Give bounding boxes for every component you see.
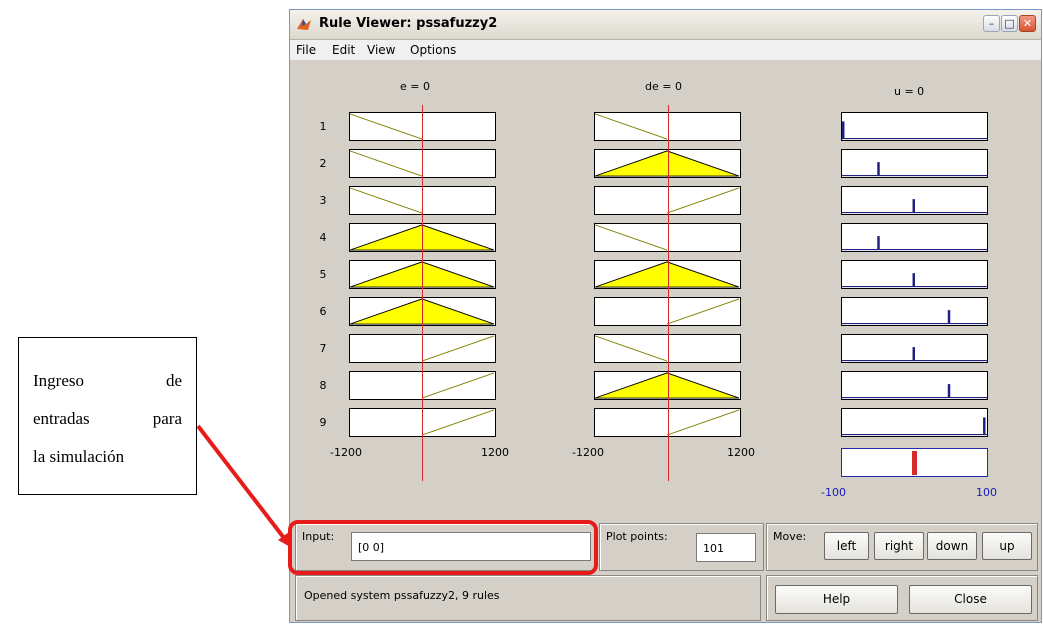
rule-output-u-plot [841, 334, 988, 363]
output-mf-svg [842, 236, 987, 251]
output-mf-svg [842, 121, 987, 140]
title-bar[interactable]: Rule Viewer: pssafuzzy2 – □ ✕ [290, 10, 1041, 40]
move-label: Move: [773, 530, 807, 543]
rule-number: 9 [319, 416, 327, 429]
help-button[interactable]: Help [775, 585, 898, 614]
rule-number: 3 [319, 194, 327, 207]
status-panel: Opened system pssafuzzy2, 9 rules [295, 575, 761, 621]
menu-file[interactable]: File [296, 43, 316, 57]
membership-s-line [666, 298, 740, 325]
rule-number: 6 [319, 305, 327, 318]
annotation-line: la simulación [33, 447, 125, 466]
annotation-word: de [165, 371, 182, 390]
input-e-min: -1200 [330, 446, 362, 459]
membership-triangle [595, 150, 740, 177]
output-mf-svg [842, 384, 987, 399]
matlab-logo-icon [297, 19, 311, 30]
move-left-button[interactable]: left [824, 532, 869, 560]
menu-edit[interactable]: Edit [332, 43, 355, 57]
rule-output-u-plot [841, 371, 988, 400]
rule-plot-area: e = 0 de = 0 u = 0 123456789 -1200 1200 … [290, 60, 1041, 528]
output-singleton-spike [912, 273, 915, 287]
input-de-max: 1200 [727, 446, 755, 459]
membership-s-line [421, 409, 495, 436]
rule-number: 4 [319, 231, 327, 244]
move-right-button[interactable]: right [874, 532, 924, 560]
input-e-header: e = 0 [400, 80, 430, 93]
annotation-word: Ingreso [33, 371, 84, 390]
rule-output-u-plot [841, 260, 988, 289]
membership-z-line [350, 113, 423, 140]
menu-bar: File Edit View Options [290, 40, 1041, 60]
rule-output-u-plot [841, 112, 988, 141]
rule-number: 1 [319, 120, 327, 133]
output-singleton-spike [947, 384, 951, 398]
membership-triangle [595, 372, 740, 399]
plot-points-field[interactable]: 101 [696, 533, 756, 562]
close-button[interactable]: Close [909, 585, 1032, 614]
membership-s-line [421, 335, 495, 362]
membership-z-line [595, 113, 668, 140]
output-singleton-spike [877, 162, 880, 176]
annotation-word: para [152, 409, 182, 428]
output-singleton-spike [983, 417, 986, 435]
output-singleton-spike [912, 347, 915, 361]
menu-view[interactable]: View [367, 43, 395, 57]
defuzzified-value-marker [912, 451, 917, 475]
output-u-header: u = 0 [894, 85, 925, 98]
rule-number: 5 [319, 268, 327, 281]
membership-z-line [595, 335, 668, 362]
membership-z-line [350, 150, 423, 177]
output-min: -100 [821, 486, 846, 499]
output-mf-svg [842, 162, 987, 177]
rule-number: 8 [319, 379, 327, 392]
input-e-max: 1200 [481, 446, 509, 459]
output-max: 100 [976, 486, 997, 499]
input-de-header: de = 0 [645, 80, 682, 93]
membership-triangle [595, 261, 740, 288]
move-down-button[interactable]: down [927, 532, 977, 560]
rule-number: 7 [319, 342, 327, 355]
output-singleton-spike [912, 199, 915, 213]
menu-options[interactable]: Options [410, 43, 456, 57]
output-mf-svg [842, 417, 987, 436]
window-title: Rule Viewer: pssafuzzy2 [319, 16, 498, 31]
rule-output-u-plot [841, 408, 988, 437]
status-text: Opened system pssafuzzy2, 9 rules [304, 589, 500, 602]
rule-output-u-plot [841, 223, 988, 252]
minimize-button[interactable]: – [983, 15, 1000, 32]
plot-points-panel: Plot points: 101 [599, 523, 764, 571]
output-mf-svg [842, 199, 987, 214]
input-e-cursor[interactable] [422, 105, 423, 481]
output-mf-svg [842, 347, 987, 362]
input-callout-highlight [288, 520, 598, 575]
rule-output-u-plot [841, 149, 988, 178]
rule-output-u-plot [841, 297, 988, 326]
rule-output-u-plot [841, 186, 988, 215]
move-panel: Move: left right down up [766, 523, 1038, 571]
input-de-cursor[interactable] [668, 105, 669, 481]
annotation-box: Ingreso de entradas para la simulación [18, 337, 197, 495]
output-singleton-spike [842, 121, 845, 139]
membership-s-line [421, 372, 495, 399]
input-de-min: -1200 [572, 446, 604, 459]
output-singleton-spike [877, 236, 880, 250]
membership-s-line [666, 409, 740, 436]
plot-points-label: Plot points: [606, 530, 668, 543]
close-window-button[interactable]: ✕ [1019, 15, 1036, 32]
action-panel: Help Close [766, 575, 1038, 621]
maximize-button[interactable]: □ [1001, 15, 1018, 32]
aggregate-output-plot [841, 448, 988, 477]
move-up-button[interactable]: up [982, 532, 1032, 560]
rule-number: 2 [319, 157, 327, 170]
membership-z-line [595, 224, 668, 251]
output-singleton-spike [947, 310, 951, 324]
output-mf-svg [842, 273, 987, 288]
membership-s-line [666, 187, 740, 214]
annotation-word: entradas [33, 409, 90, 428]
membership-z-line [350, 187, 423, 214]
output-mf-svg [842, 310, 987, 325]
